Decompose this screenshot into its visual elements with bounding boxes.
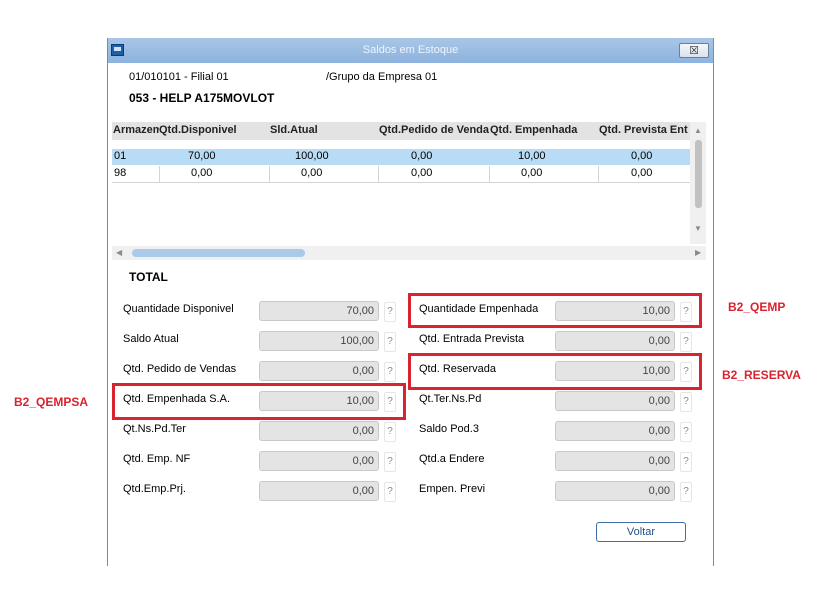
cell-sld-atual: 100,00 xyxy=(295,150,329,162)
label-qtd-emp-prj: Qtd.Emp.Prj. xyxy=(123,483,186,495)
window-title: Saldos em Estoque xyxy=(362,44,459,56)
scroll-left-icon[interactable]: ◀ xyxy=(116,248,122,257)
cell-qtd-disponivel: 70,00 xyxy=(188,150,216,162)
scroll-up-icon[interactable]: ▲ xyxy=(694,126,702,135)
column-divider xyxy=(378,166,379,182)
cell-qtd-empenhada: 10,00 xyxy=(518,150,546,162)
field-qtd-a-endere[interactable]: 0,00 xyxy=(555,451,675,471)
highlight-box-reserva xyxy=(408,353,702,390)
help-question-icon[interactable]: ? xyxy=(384,422,396,442)
help-question-icon[interactable]: ? xyxy=(384,332,396,352)
label-qtd-entrada-prevista: Qtd. Entrada Prevista xyxy=(419,333,525,345)
field-quantidade-disponivel[interactable]: 70,00 xyxy=(259,301,379,321)
help-question-icon[interactable]: ? xyxy=(384,302,396,322)
grid-header: Armazem Qtd.Disponivel Sld.Atual Qtd.Ped… xyxy=(112,122,690,140)
cell-armazem: 01 xyxy=(114,150,127,162)
stock-grid[interactable]: Armazem Qtd.Disponivel Sld.Atual Qtd.Ped… xyxy=(112,122,706,262)
cell-qtd-disponivel: 0,00 xyxy=(191,167,213,179)
help-question-icon[interactable]: ? xyxy=(384,482,396,502)
column-divider xyxy=(269,166,270,182)
title-bar: Saldos em Estoque ☒ xyxy=(108,38,713,63)
field-qtd-emp-nf[interactable]: 0,00 xyxy=(259,451,379,471)
highlight-box-qempsa xyxy=(112,383,406,420)
label-qtd-emp-nf: Qtd. Emp. NF xyxy=(123,453,191,465)
close-icon[interactable]: ☒ xyxy=(679,43,709,58)
scroll-right-icon[interactable]: ▶ xyxy=(695,248,701,257)
field-saldo-pod3[interactable]: 0,00 xyxy=(555,421,675,441)
table-row[interactable]: 01 70,00 100,00 0,00 10,00 0,00 xyxy=(112,149,690,165)
label-empen-previ: Empen. Previ xyxy=(419,483,486,495)
vertical-scroll-thumb[interactable] xyxy=(695,140,702,208)
cell-qtd-pedido-venda: 0,00 xyxy=(411,167,433,179)
product-title: 053 - HELP A175MOVLOT xyxy=(129,91,275,105)
annotation-b2-qemp: B2_QEMP xyxy=(728,300,786,314)
column-divider xyxy=(159,166,160,182)
field-qt-ns-pd-ter[interactable]: 0,00 xyxy=(259,421,379,441)
vertical-scrollbar[interactable]: ▲ ▼ xyxy=(690,122,706,244)
help-question-icon[interactable]: ? xyxy=(384,362,396,382)
label-saldo-atual: Saldo Atual xyxy=(123,333,179,345)
company-group: /Grupo da Empresa 01 xyxy=(326,71,438,83)
cell-qtd-prevista-ent: 0,00 xyxy=(631,150,653,162)
col-header-qtd-pedido-venda[interactable]: Qtd.Pedido de Venda xyxy=(379,124,489,136)
column-divider xyxy=(489,166,490,182)
col-header-sld-atual[interactable]: Sld.Atual xyxy=(270,124,378,136)
row-divider xyxy=(112,182,690,183)
highlight-box-qemp xyxy=(408,293,702,328)
annotation-b2-reserva: B2_RESERVA xyxy=(722,368,801,382)
label-qtd-pedido-vendas: Qtd. Pedido de Vendas xyxy=(123,363,237,375)
col-header-qtd-disponivel[interactable]: Qtd.Disponivel xyxy=(159,124,269,136)
field-saldo-atual[interactable]: 100,00 xyxy=(259,331,379,351)
label-saldo-pod3: Saldo Pod.3 xyxy=(419,423,479,435)
horizontal-scroll-thumb[interactable] xyxy=(132,249,305,257)
help-question-icon[interactable]: ? xyxy=(680,392,692,412)
help-question-icon[interactable]: ? xyxy=(384,452,396,472)
col-header-qtd-empenhada[interactable]: Qtd. Empenhada xyxy=(490,124,598,136)
label-qt-ter-ns-pd: Qt.Ter.Ns.Pd xyxy=(419,393,482,405)
field-qtd-entrada-prevista[interactable]: 0,00 xyxy=(555,331,675,351)
column-divider xyxy=(598,166,599,182)
col-header-armazem[interactable]: Armazem xyxy=(113,124,159,136)
annotation-b2-qempsa: B2_QEMPSA xyxy=(14,395,89,409)
label-qt-ns-pd-ter: Qt.Ns.Pd.Ter xyxy=(123,423,186,435)
cell-qtd-pedido-venda: 0,00 xyxy=(411,150,433,162)
field-qt-ter-ns-pd[interactable]: 0,00 xyxy=(555,391,675,411)
field-qtd-emp-prj[interactable]: 0,00 xyxy=(259,481,379,501)
table-row[interactable]: 98 0,00 0,00 0,00 0,00 0,00 xyxy=(112,166,690,182)
help-question-icon[interactable]: ? xyxy=(680,332,692,352)
label-qtd-a-endere: Qtd.a Endere xyxy=(419,453,485,465)
cell-armazem: 98 xyxy=(114,167,127,179)
col-header-qtd-prevista-ent[interactable]: Qtd. Prevista Ent xyxy=(599,124,689,136)
scroll-down-icon[interactable]: ▼ xyxy=(694,224,702,233)
back-button[interactable]: Voltar xyxy=(596,522,686,542)
cell-qtd-empenhada: 0,00 xyxy=(521,167,543,179)
label-quantidade-disponivel: Quantidade Disponivel xyxy=(123,303,234,315)
help-question-icon[interactable]: ? xyxy=(680,452,692,472)
help-question-icon[interactable]: ? xyxy=(680,422,692,442)
total-section-title: TOTAL xyxy=(129,270,168,284)
horizontal-scrollbar[interactable]: ◀ ▶ xyxy=(112,246,706,260)
branch-code: 01/010101 - Filial 01 xyxy=(129,71,229,83)
cell-qtd-prevista-ent: 0,00 xyxy=(631,167,653,179)
field-empen-previ[interactable]: 0,00 xyxy=(555,481,675,501)
cell-sld-atual: 0,00 xyxy=(301,167,323,179)
help-question-icon[interactable]: ? xyxy=(680,482,692,502)
field-qtd-pedido-vendas[interactable]: 0,00 xyxy=(259,361,379,381)
